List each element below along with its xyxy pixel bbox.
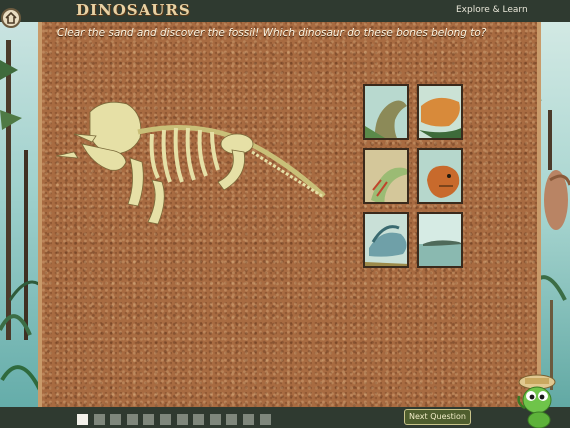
game-stage: DINOSAURS Explore & Learn Clear the sand…: [0, 0, 570, 428]
choice-turtle-head[interactable]: [417, 148, 463, 204]
progress-step: [226, 414, 238, 425]
explore-learn-menu[interactable]: Explore & Learn: [456, 5, 528, 15]
choice-crested-dinosaur[interactable]: [363, 212, 409, 268]
progress-step: [126, 414, 138, 425]
orange-dinosaur-icon: [419, 86, 461, 138]
progress-step: [110, 414, 122, 425]
choice-striped-dinosaur[interactable]: [363, 148, 409, 204]
crocodile-icon: [419, 214, 461, 266]
progress-step: [176, 414, 188, 425]
turtle-head-icon: [419, 150, 461, 202]
triceratops-fossil: [55, 101, 326, 225]
progress-step: [193, 414, 205, 425]
progress-step: [209, 414, 221, 425]
question-text: Clear the sand and discover the fossil! …: [57, 27, 487, 39]
brontosaurus-icon: [365, 86, 407, 138]
home-icon: [5, 12, 17, 24]
progress-step: [160, 414, 171, 425]
choice-crocodile[interactable]: [417, 212, 463, 268]
progress-step: [259, 414, 271, 425]
progress-step: [93, 414, 105, 425]
app-logo[interactable]: DINOSAURS: [76, 1, 191, 19]
progress-step: [77, 414, 88, 425]
home-button[interactable]: [1, 8, 21, 28]
progress-step: [243, 414, 254, 425]
progress-step: [143, 414, 155, 425]
striped-dinosaur-icon: [365, 150, 407, 202]
choice-orange-dinosaur[interactable]: [417, 84, 463, 140]
crested-dinosaur-icon: [365, 214, 407, 266]
bug-guide-character[interactable]: [515, 372, 565, 428]
choice-brontosaurus[interactable]: [363, 84, 409, 140]
next-question-button[interactable]: Next Question: [404, 409, 471, 425]
